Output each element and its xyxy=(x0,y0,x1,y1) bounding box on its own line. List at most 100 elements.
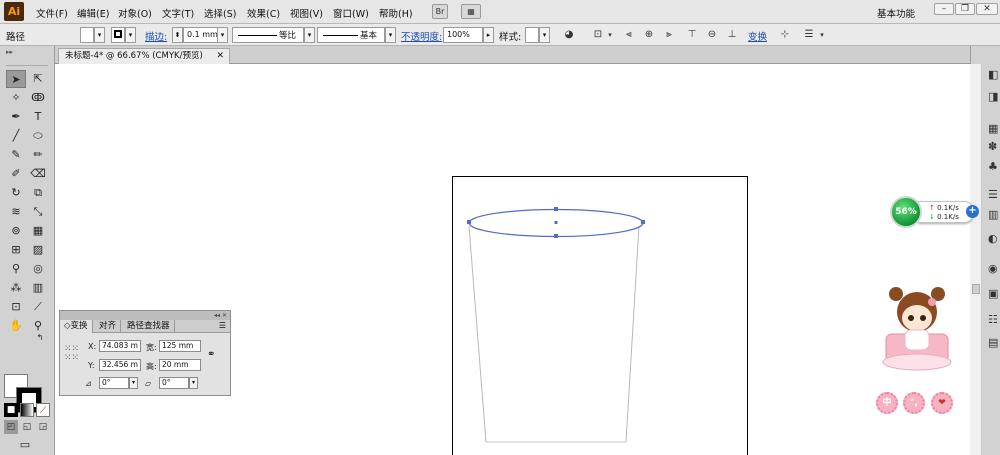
shape-builder-tool-icon[interactable]: ⊚ xyxy=(6,222,26,240)
appearance-panel-icon[interactable]: ◉ xyxy=(988,262,1000,276)
panel-title-bar[interactable]: ◂◂ ✕ xyxy=(60,311,230,320)
tab-pathfinder[interactable]: 路径查找器 xyxy=(123,320,175,333)
vertical-scrollbar[interactable] xyxy=(970,64,982,455)
align-top-icon[interactable]: ⊤ xyxy=(686,29,698,41)
menu-type[interactable]: 文字(T) xyxy=(162,6,194,20)
opacity-input[interactable]: 100% xyxy=(443,27,483,43)
pencil-tool-icon[interactable]: ✏ xyxy=(28,146,48,164)
minimize-button[interactable]: – xyxy=(934,3,954,15)
x-input[interactable]: 74.083 m xyxy=(99,340,141,352)
selection-tool-icon[interactable]: ➤ xyxy=(6,70,26,88)
hand-tool-icon[interactable]: ✋ xyxy=(6,317,26,335)
rotate-input[interactable]: 0° xyxy=(99,377,129,389)
draw-normal-icon[interactable]: ◰ xyxy=(4,420,18,434)
align-to-icon[interactable]: ⊡ xyxy=(592,29,604,41)
width-input[interactable]: 125 mm xyxy=(159,340,201,352)
cup-artwork[interactable] xyxy=(55,64,970,455)
align-center-icon[interactable]: ⊕ xyxy=(643,29,655,41)
stroke-panel-link[interactable]: 描边: xyxy=(145,29,167,43)
brush-definition[interactable]: 基本 xyxy=(317,27,385,43)
menu-file[interactable]: 文件(F) xyxy=(36,6,68,20)
fill-dropdown[interactable]: ▾ xyxy=(94,27,105,43)
graphic-styles-panel-icon[interactable]: ▣ xyxy=(988,287,1000,301)
symbols-panel-icon[interactable]: ♣ xyxy=(988,160,1000,174)
layers-panel-icon[interactable]: ☷ xyxy=(988,313,1000,327)
restore-button[interactable]: ❐ xyxy=(955,3,975,15)
align-right-icon[interactable]: ⫸ xyxy=(663,29,675,41)
direct-selection-tool-icon[interactable]: ⇱ xyxy=(28,70,48,88)
speed-plus-icon[interactable]: + xyxy=(966,205,979,218)
column-graph-tool-icon[interactable]: ▥ xyxy=(28,279,48,297)
shear-input[interactable]: 0° xyxy=(159,377,189,389)
line-tool-icon[interactable]: ╱ xyxy=(6,127,26,145)
menu-select[interactable]: 选择(S) xyxy=(204,6,236,20)
rotate-dropdown[interactable]: ▾ xyxy=(129,377,138,389)
panel-menu-dropdown-icon[interactable]: ▾ xyxy=(816,29,828,41)
anchor-bottom[interactable] xyxy=(554,234,558,238)
document-tab[interactable]: 未标题-4* @ 66.67% (CMYK/预览) ✕ xyxy=(58,48,230,64)
stroke-swatch[interactable] xyxy=(111,27,125,43)
stroke-weight-dropdown[interactable]: ▾ xyxy=(217,27,228,43)
close-window-button[interactable]: ✕ xyxy=(976,3,998,15)
gradient-tool-icon[interactable]: ▨ xyxy=(28,241,48,259)
network-speed-widget[interactable]: ↑ 0.1K/s ↓ 0.1K/s 56% + xyxy=(890,196,982,228)
swatches-panel-icon[interactable]: ▦ xyxy=(988,122,1000,136)
anchor-top[interactable] xyxy=(554,207,558,211)
mesh-tool-icon[interactable]: ⊞ xyxy=(6,241,26,259)
brushes-panel-icon[interactable]: ✽ xyxy=(988,140,1000,154)
align-left-icon[interactable]: ⫷ xyxy=(623,29,635,41)
toolbox-grip[interactable]: ▸▸ xyxy=(6,48,48,66)
menu-object[interactable]: 对象(O) xyxy=(118,6,152,20)
transparency-panel-icon[interactable]: ◐ xyxy=(988,232,1000,246)
menu-view[interactable]: 视图(V) xyxy=(290,6,323,20)
align-middle-icon[interactable]: ⊖ xyxy=(706,29,718,41)
default-colors-icon[interactable] xyxy=(3,378,13,396)
color-mode-icon[interactable]: ■ xyxy=(4,403,18,417)
color-panel-icon[interactable]: ◧ xyxy=(988,68,1000,82)
opacity-link[interactable]: 不透明度: xyxy=(401,29,442,43)
pen-tool-icon[interactable]: ✒ xyxy=(6,108,26,126)
menu-edit[interactable]: 编辑(E) xyxy=(77,6,109,20)
constrain-proportions-icon[interactable]: ⚭ xyxy=(207,349,215,360)
variable-width-profile[interactable]: 等比 xyxy=(232,27,304,43)
gradient-mode-icon[interactable] xyxy=(20,403,34,417)
rotate-tool-icon[interactable]: ↻ xyxy=(6,184,26,202)
width-tool-icon[interactable]: ≋ xyxy=(6,203,26,221)
eraser-tool-icon[interactable]: ⌫ xyxy=(28,165,48,183)
stroke-weight-stepper[interactable]: ⬍ xyxy=(172,27,183,43)
paintbrush-tool-icon[interactable]: ✎ xyxy=(6,146,26,164)
graphic-style-dropdown[interactable]: ▾ xyxy=(539,27,550,43)
free-transform-tool-icon[interactable]: ⤡ xyxy=(28,203,48,221)
scrollbar-thumb[interactable] xyxy=(972,284,980,294)
blob-brush-tool-icon[interactable]: ✐ xyxy=(6,165,26,183)
artboard-tool-icon[interactable]: ⊡ xyxy=(6,298,26,316)
screen-mode-icon[interactable]: ▭ xyxy=(15,436,35,454)
symbol-sprayer-tool-icon[interactable]: ⁂ xyxy=(6,279,26,297)
draw-inside-icon[interactable]: ◲ xyxy=(36,420,50,434)
draw-behind-icon[interactable]: ◱ xyxy=(20,420,34,434)
reference-point-icon[interactable]: ⁙⁙ ⁙⁙ xyxy=(64,345,79,363)
fill-swatch[interactable] xyxy=(80,27,94,43)
y-input[interactable]: 32.456 m xyxy=(99,359,141,371)
slice-tool-icon[interactable]: ⟋ xyxy=(28,298,48,316)
anchor-left[interactable] xyxy=(467,220,471,224)
close-tab-icon[interactable]: ✕ xyxy=(216,49,224,64)
swap-fill-stroke-icon[interactable]: ↰ xyxy=(30,329,50,347)
perspective-grid-tool-icon[interactable]: ▦ xyxy=(28,222,48,240)
bridge-button[interactable]: Br xyxy=(432,4,448,19)
panel-options-icon[interactable]: ☰ xyxy=(219,321,226,330)
menu-effect[interactable]: 效果(C) xyxy=(247,6,280,20)
graphic-style-swatch[interactable] xyxy=(525,27,539,43)
magic-wand-tool-icon[interactable]: ✧ xyxy=(6,89,26,107)
workspace-switcher[interactable]: 基本功能 xyxy=(877,6,915,20)
brush-dropdown[interactable]: ▾ xyxy=(385,27,396,43)
type-tool-icon[interactable]: T xyxy=(28,108,48,126)
lasso-tool-icon[interactable]: ↂ xyxy=(28,89,48,107)
none-mode-icon[interactable]: ⟋ xyxy=(36,403,50,417)
menu-window[interactable]: 窗口(W) xyxy=(333,6,369,20)
opacity-dropdown[interactable]: ▸ xyxy=(483,27,494,43)
recolor-artwork-icon[interactable]: ◕ xyxy=(563,29,575,41)
tab-transform[interactable]: ◇变换 xyxy=(60,320,93,333)
scale-tool-icon[interactable]: ⧉ xyxy=(28,184,48,202)
profile-dropdown[interactable]: ▾ xyxy=(304,27,315,43)
